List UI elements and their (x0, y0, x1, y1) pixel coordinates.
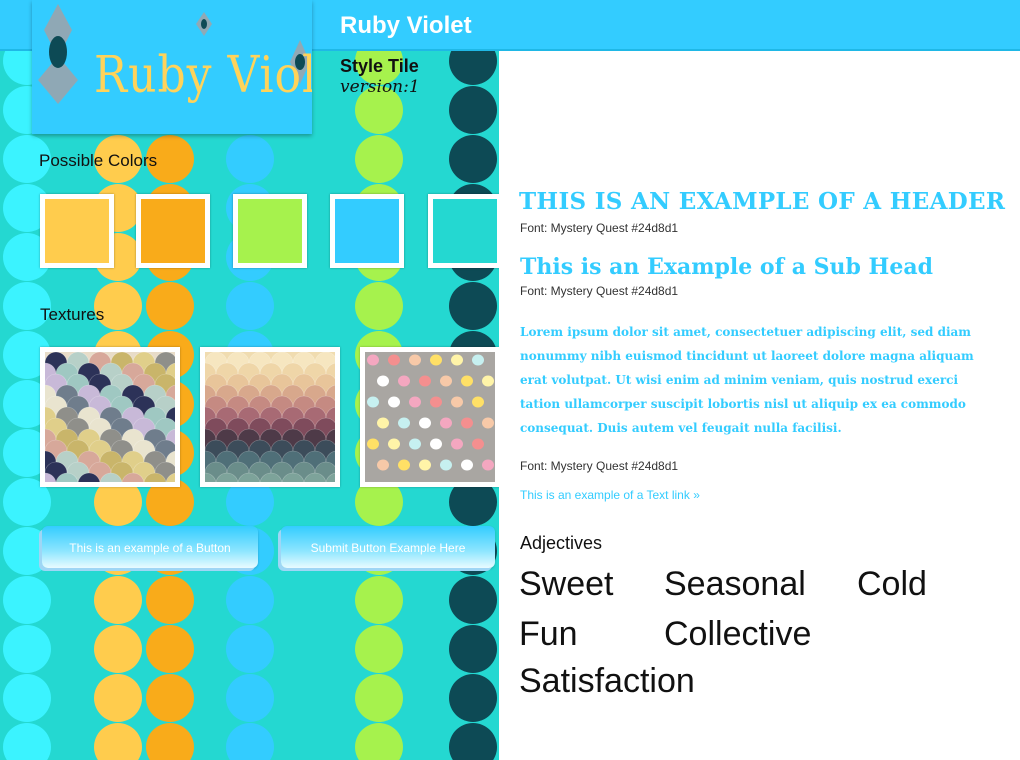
background-dot (146, 723, 194, 760)
version-label: version:1 (340, 77, 420, 97)
background-dot (3, 674, 51, 722)
adjectives-label: Adjectives (520, 533, 603, 553)
logo-text: Ruby Violet (94, 46, 312, 105)
background-dot (449, 674, 497, 722)
background-dot (449, 723, 497, 760)
texture-scallop-ombre (200, 347, 340, 487)
background-dot (355, 135, 403, 183)
adjective-word: Fun (519, 615, 578, 653)
background-dot (146, 674, 194, 722)
text-link-example[interactable]: This is an example of a Text link » (520, 488, 700, 502)
background-dot (146, 576, 194, 624)
possible-colors-label: Possible Colors (39, 151, 158, 170)
body-text-example: Lorem ipsum dolor sit amet, consectetuer… (520, 325, 974, 435)
adjective-word: Sweet (519, 565, 614, 603)
pastel-dots-icon (365, 352, 495, 482)
background-dot (226, 282, 274, 330)
color-swatch (40, 194, 114, 268)
background-dot (3, 625, 51, 673)
background-dot (146, 625, 194, 673)
background-dot (146, 282, 194, 330)
example-button[interactable]: This is an example of a Button (42, 526, 258, 568)
header-font-note: Font: Mystery Quest #24d8d1 (520, 221, 679, 235)
background-dot (226, 625, 274, 673)
background-dot (355, 282, 403, 330)
background-dot (355, 723, 403, 760)
background-dot (355, 576, 403, 624)
subhead-example: This is an Example of a Sub Head (520, 254, 933, 280)
swatch-fill (45, 199, 109, 263)
background-dot (355, 625, 403, 673)
color-swatch (330, 194, 404, 268)
background-dot (94, 723, 142, 760)
adjective-word: Seasonal (664, 565, 806, 603)
background-dot (3, 723, 51, 760)
background-dot (449, 86, 497, 134)
color-swatch (136, 194, 210, 268)
background-dot (226, 576, 274, 624)
adjective-word: Cold (857, 565, 927, 603)
submit-button[interactable]: Submit Button Example Here (281, 526, 495, 568)
header-example: THIS IS AN EXAMPLE OF A HEADER (519, 188, 1006, 215)
color-swatch (428, 194, 499, 268)
background-dot (94, 576, 142, 624)
adjective-word: Satisfaction (519, 662, 695, 700)
texture-scallop-pastel (40, 347, 180, 487)
adjective-word: Collective (664, 615, 812, 653)
background-dot (449, 576, 497, 624)
background-dot (449, 135, 497, 183)
background-dot (94, 674, 142, 722)
background-dot (226, 674, 274, 722)
style-tile-title: Style Tile (340, 56, 419, 76)
background-dot (3, 576, 51, 624)
texture-pastel-dots (360, 347, 499, 487)
swatch-fill (238, 199, 302, 263)
swatch-fill (433, 199, 497, 263)
site-title: Ruby Violet (340, 12, 472, 39)
subhead-font-note: Font: Mystery Quest #24d8d1 (520, 284, 679, 298)
swatch-fill (335, 199, 399, 263)
background-dot (449, 282, 497, 330)
logo: Ruby Violet (32, 0, 312, 134)
swatch-fill (141, 199, 205, 263)
body-font-note: Font: Mystery Quest #24d8d1 (520, 459, 679, 473)
background-dot (226, 135, 274, 183)
background-dot (94, 625, 142, 673)
scallop-pastel-gold-icon (45, 352, 175, 482)
background-dot (226, 723, 274, 760)
background-dot (449, 625, 497, 673)
textures-label: Textures (40, 305, 105, 324)
scallop-ombre-icon (205, 352, 335, 482)
color-swatch (233, 194, 307, 268)
background-dot (355, 674, 403, 722)
